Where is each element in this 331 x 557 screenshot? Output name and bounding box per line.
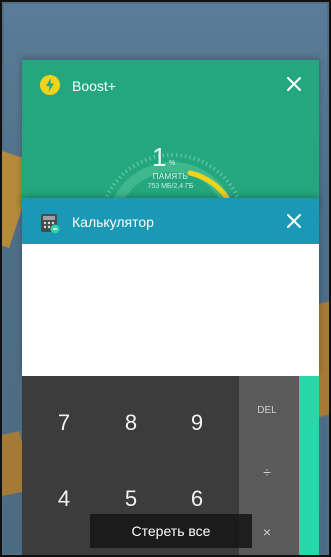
close-icon[interactable] xyxy=(283,210,305,232)
gauge-value: 1 xyxy=(152,142,167,172)
card-title: Калькулятор xyxy=(72,214,154,230)
gauge-sub: 753 МБ/2,4 ГБ xyxy=(147,183,194,190)
calculator-accent-strip xyxy=(299,376,319,555)
key-divide: ÷ xyxy=(263,464,271,480)
key-digit: 8 xyxy=(124,410,138,435)
card-title: Boost+ xyxy=(72,78,116,94)
clear-all-button[interactable]: Стереть все xyxy=(90,514,252,548)
key-digit: 7 xyxy=(57,410,71,435)
boost-lightning-icon xyxy=(40,75,60,95)
key-delete: DEL xyxy=(257,405,277,416)
key-digit: 9 xyxy=(190,410,204,435)
card-header: Калькулятор xyxy=(22,198,319,244)
recent-card-boost[interactable]: Boost+ 1 % ПАМЯТЬ 753 МБ/2,4 ГБ xyxy=(22,60,319,210)
key-digit: 6 xyxy=(190,486,204,511)
calculator-icon xyxy=(41,214,60,234)
key-digit: 4 xyxy=(57,486,71,511)
key-multiply: × xyxy=(262,524,272,540)
device-frame: Boost+ 1 % ПАМЯТЬ 753 МБ/2,4 ГБ Калькуля… xyxy=(0,0,331,557)
gauge-unit: % xyxy=(169,160,176,167)
key-digit: 5 xyxy=(124,486,138,511)
gauge-label: ПАМЯТЬ xyxy=(152,172,189,181)
recent-card-calculator[interactable]: Калькулятор xyxy=(22,198,319,376)
close-icon[interactable] xyxy=(283,73,305,95)
card-header: Boost+ xyxy=(22,60,319,110)
